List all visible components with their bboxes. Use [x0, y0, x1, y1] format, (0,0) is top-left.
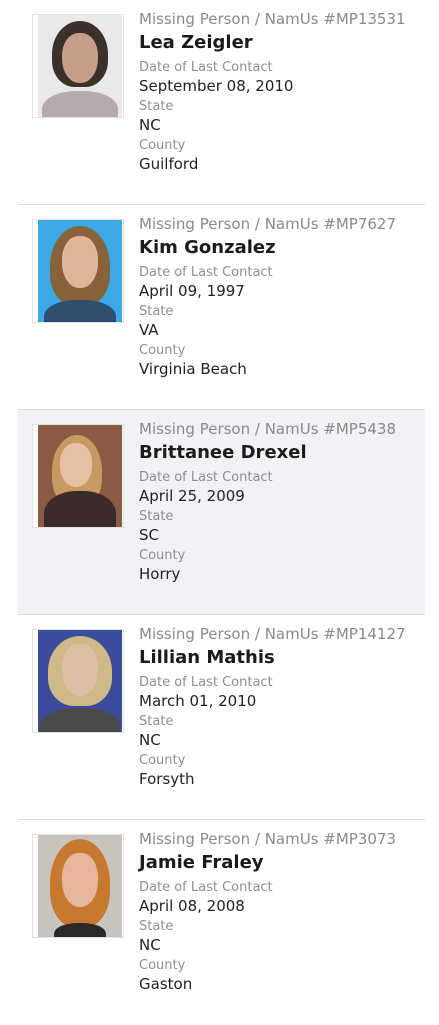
person-name[interactable]: Jamie Fraley — [139, 851, 419, 875]
date-label: Date of Last Contact — [139, 470, 273, 485]
case-info: Missing Person / NamUs #MP13531 Lea Zeig… — [139, 9, 419, 174]
state-label: State — [139, 99, 174, 114]
person-photo — [38, 835, 122, 937]
state-value: NC — [139, 936, 161, 954]
state-label: State — [139, 919, 174, 934]
state-label: State — [139, 509, 174, 524]
person-photo-frame[interactable] — [32, 629, 124, 733]
county-value: Horry — [139, 565, 181, 583]
county-value: Virginia Beach — [139, 360, 247, 378]
case-number: Missing Person / NamUs #MP5438 — [139, 420, 397, 438]
person-photo — [38, 630, 122, 732]
date-label: Date of Last Contact — [139, 60, 273, 75]
case-card[interactable]: Missing Person / NamUs #MP13531 Lea Zeig… — [18, 0, 425, 205]
case-info: Missing Person / NamUs #MP7627 Kim Gonza… — [139, 214, 419, 379]
county-label: County — [139, 958, 186, 973]
missing-person-list: Missing Person / NamUs #MP13531 Lea Zeig… — [0, 0, 439, 1025]
person-name[interactable]: Kim Gonzalez — [139, 236, 419, 260]
state-label: State — [139, 304, 174, 319]
state-value: NC — [139, 116, 161, 134]
county-value: Forsyth — [139, 770, 195, 788]
person-name[interactable]: Lillian Mathis — [139, 646, 419, 670]
case-card[interactable]: Missing Person / NamUs #MP3073 Jamie Fra… — [18, 820, 425, 1025]
date-value: April 09, 1997 — [139, 282, 245, 300]
state-value: VA — [139, 321, 159, 339]
person-photo-frame[interactable] — [32, 14, 124, 118]
person-name[interactable]: Brittanee Drexel — [139, 441, 419, 465]
person-photo-frame[interactable] — [32, 424, 124, 528]
date-value: April 08, 2008 — [139, 897, 245, 915]
county-value: Gaston — [139, 975, 193, 993]
case-card[interactable]: Missing Person / NamUs #MP14127 Lillian … — [18, 615, 425, 820]
county-label: County — [139, 138, 186, 153]
person-photo — [38, 425, 122, 527]
date-value: September 08, 2010 — [139, 77, 294, 95]
case-number: Missing Person / NamUs #MP14127 — [139, 625, 406, 643]
case-info: Missing Person / NamUs #MP14127 Lillian … — [139, 624, 419, 789]
county-label: County — [139, 548, 186, 563]
person-photo-frame[interactable] — [32, 834, 124, 938]
date-value: March 01, 2010 — [139, 692, 257, 710]
person-photo — [38, 15, 122, 117]
case-info: Missing Person / NamUs #MP3073 Jamie Fra… — [139, 829, 419, 994]
case-number: Missing Person / NamUs #MP7627 — [139, 215, 397, 233]
date-label: Date of Last Contact — [139, 880, 273, 895]
county-label: County — [139, 753, 186, 768]
case-number: Missing Person / NamUs #MP3073 — [139, 830, 397, 848]
county-label: County — [139, 343, 186, 358]
case-card-selected[interactable]: Missing Person / NamUs #MP5438 Brittanee… — [18, 410, 425, 615]
state-value: NC — [139, 731, 161, 749]
person-photo-frame[interactable] — [32, 219, 124, 323]
date-label: Date of Last Contact — [139, 675, 273, 690]
person-name[interactable]: Lea Zeigler — [139, 31, 419, 55]
county-value: Guilford — [139, 155, 199, 173]
date-label: Date of Last Contact — [139, 265, 273, 280]
state-label: State — [139, 714, 174, 729]
case-info: Missing Person / NamUs #MP5438 Brittanee… — [139, 419, 419, 584]
date-value: April 25, 2009 — [139, 487, 245, 505]
case-card[interactable]: Missing Person / NamUs #MP7627 Kim Gonza… — [18, 205, 425, 410]
person-photo — [38, 220, 122, 322]
case-number: Missing Person / NamUs #MP13531 — [139, 10, 406, 28]
state-value: SC — [139, 526, 159, 544]
